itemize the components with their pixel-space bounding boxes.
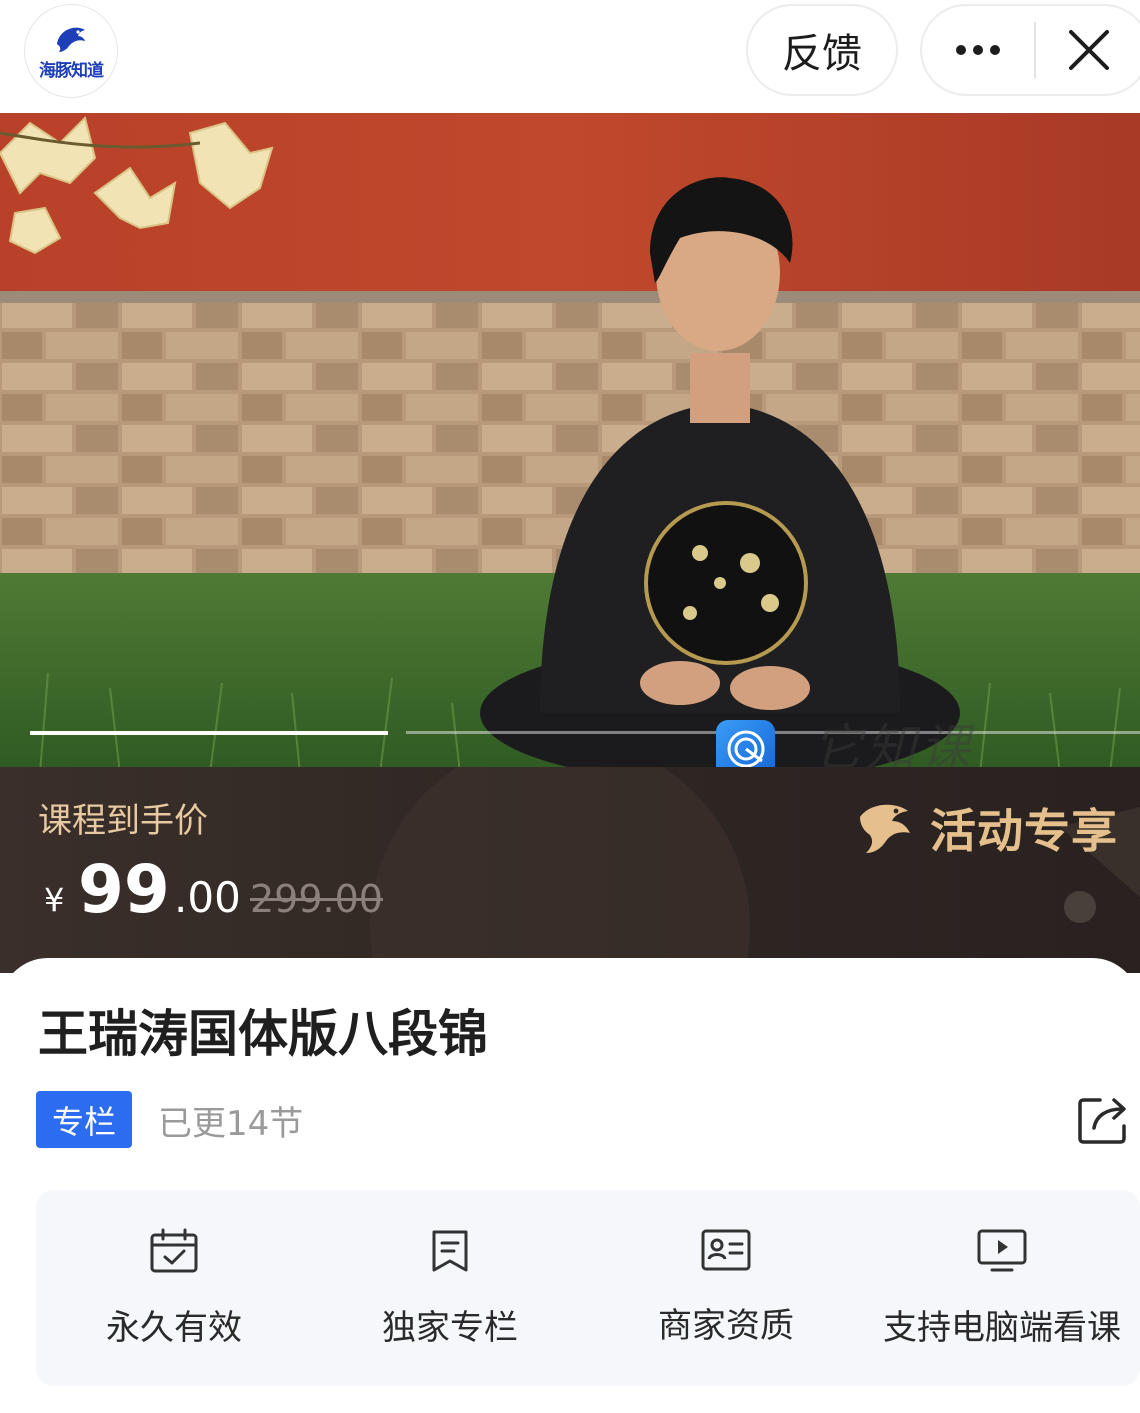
feedback-label: 反馈	[782, 31, 862, 77]
more-dots-icon[interactable]	[922, 45, 1034, 55]
feature-list: 永久有效 独家专栏 商家资质 支持电脑端看课	[36, 1190, 1140, 1386]
close-icon	[1069, 30, 1109, 70]
feedback-button[interactable]: 反馈	[746, 4, 898, 96]
close-button[interactable]	[1036, 10, 1140, 90]
feature-permanent: 永久有效	[36, 1190, 312, 1386]
price-label: 课程到手价	[38, 801, 208, 841]
promo-badge: 活动专享	[854, 795, 1118, 861]
carousel-indicator-active	[30, 731, 388, 735]
share-button[interactable]	[1076, 1094, 1132, 1146]
feature-label: 永久有效	[106, 1308, 242, 1348]
eagle-icon	[860, 804, 910, 853]
share-icon	[1078, 1098, 1126, 1144]
price-band: 课程到手价 ¥ 99 .00 299.00 活动专享	[0, 767, 1140, 973]
original-price: 299.00	[250, 877, 383, 921]
feature-label: 独家专栏	[382, 1308, 518, 1348]
feature-label: 商家资质	[658, 1306, 794, 1346]
bookmark-icon	[432, 1230, 468, 1272]
column-tag: 专栏	[36, 1091, 132, 1148]
price-decimal: .00	[174, 873, 241, 922]
feature-exclusive: 独家专栏	[312, 1190, 588, 1386]
calendar-check-icon	[150, 1228, 198, 1273]
dolphin-logo-icon	[57, 27, 85, 52]
price-currency: ¥	[44, 881, 65, 919]
course-title: 王瑞涛国体版八段锦	[38, 1005, 488, 1063]
app-logo[interactable]: 海豚知道	[24, 4, 118, 98]
feature-merchant[interactable]: 商家资质	[588, 1190, 864, 1386]
monitor-play-icon	[977, 1229, 1027, 1272]
course-card: 王瑞涛国体版八段锦 专栏 已更14节 永久有效 独家专栏 商家资质 支持电脑端看…	[0, 958, 1140, 1413]
feature-label: 支持电脑端看课	[883, 1308, 1121, 1348]
column-tag-label: 专栏	[51, 1102, 116, 1141]
logo-text: 海豚知道	[39, 60, 104, 81]
price-integer: 99	[78, 851, 170, 928]
id-card-icon	[701, 1229, 751, 1271]
capsule-menu	[920, 4, 1140, 96]
feature-desktop: 支持电脑端看课	[864, 1190, 1140, 1386]
promo-text: 活动专享	[930, 804, 1118, 858]
update-count: 已更14节	[158, 1104, 304, 1144]
hero-image[interactable]	[0, 113, 1140, 773]
top-bar: 海豚知道 反馈	[0, 0, 1140, 113]
